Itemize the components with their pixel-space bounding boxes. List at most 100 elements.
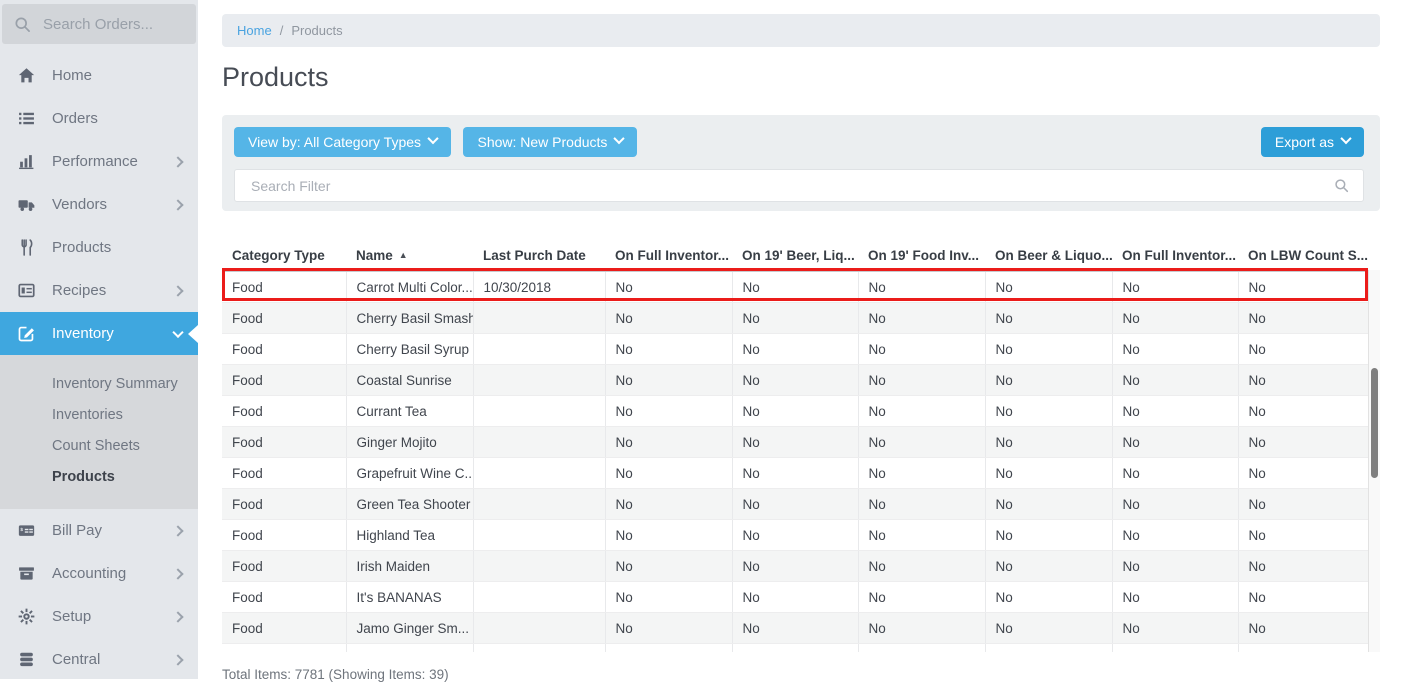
- sidebar-item-products[interactable]: Products: [0, 226, 198, 269]
- sidebar-subitem-count-sheets[interactable]: Count Sheets: [0, 431, 198, 462]
- sidebar-subitem-inventories[interactable]: Inventories: [0, 400, 198, 431]
- recipes-icon: [18, 282, 38, 299]
- sidebar-item-label: Orders: [52, 110, 98, 127]
- export-as-button[interactable]: Export as: [1261, 127, 1364, 157]
- table-row[interactable]: FoodIrish MaidenNoNoNoNoNoNo: [222, 551, 1368, 582]
- chevron-right-icon: [172, 199, 183, 210]
- sidebar-item-accounting[interactable]: Accounting: [0, 552, 198, 595]
- cell: No: [1238, 582, 1368, 613]
- cell: No: [1112, 365, 1238, 396]
- products-table: Category TypeName▲Last Purch DateOn Full…: [222, 243, 1368, 652]
- cell: No: [985, 427, 1112, 458]
- table-scrollbar-thumb[interactable]: [1371, 368, 1378, 478]
- cell: [473, 365, 605, 396]
- table-row[interactable]: FoodGrapefruit Wine C...NoNoNoNoNoNo: [222, 458, 1368, 489]
- cell: [473, 582, 605, 613]
- cell: No: [732, 272, 858, 303]
- column-header-name[interactable]: Name▲: [346, 243, 473, 272]
- billpay-icon: $: [18, 522, 38, 539]
- show-dropdown-button[interactable]: Show: New Products: [463, 127, 637, 157]
- breadcrumb-separator: /: [280, 23, 284, 38]
- table-row[interactable]: FoodCurrant TeaNoNoNoNoNoNo: [222, 396, 1368, 427]
- cell: No: [1112, 458, 1238, 489]
- cell: No: [1112, 427, 1238, 458]
- chevron-right-icon: [172, 285, 183, 296]
- search-filter-input[interactable]: [249, 177, 1334, 195]
- svg-text:$: $: [20, 527, 23, 533]
- cell: No: [1238, 551, 1368, 582]
- sidebar-item-performance[interactable]: Performance: [0, 140, 198, 183]
- sidebar-submenu: Inventory SummaryInventoriesCount Sheets…: [0, 355, 198, 509]
- cell: Cherry Basil Smash: [346, 303, 473, 334]
- column-header-on-beer-liquo[interactable]: On Beer & Liquo...: [985, 243, 1112, 272]
- cell: No: [732, 489, 858, 520]
- sidebar-item-recipes[interactable]: Recipes: [0, 269, 198, 312]
- view-by-dropdown-button[interactable]: View by: All Category Types: [234, 127, 451, 157]
- cell: Food: [222, 272, 346, 303]
- cell: No: [1238, 520, 1368, 551]
- table-header-row: Category TypeName▲Last Purch DateOn Full…: [222, 243, 1368, 272]
- search-orders-input[interactable]: [41, 15, 175, 34]
- cell: No: [1238, 613, 1368, 644]
- cell: Food: [222, 489, 346, 520]
- cell: No: [732, 551, 858, 582]
- sidebar-item-home[interactable]: Home: [0, 54, 198, 97]
- cell: No: [605, 520, 732, 551]
- breadcrumb-home-link[interactable]: Home: [237, 23, 272, 38]
- search-filter-box[interactable]: [234, 169, 1364, 202]
- cell: [473, 489, 605, 520]
- table-row[interactable]: FoodCarrot Multi Color...10/30/2018NoNoN…: [222, 272, 1368, 303]
- sidebar-subitem-products[interactable]: Products: [0, 462, 198, 493]
- column-header-on-19-food-inv[interactable]: On 19' Food Inv...: [858, 243, 985, 272]
- cell: Food: [222, 644, 346, 653]
- active-item-notch: [188, 325, 198, 343]
- sidebar-item-setup[interactable]: Setup: [0, 595, 198, 638]
- cell: Food: [222, 303, 346, 334]
- cell: No: [605, 427, 732, 458]
- cell: No: [605, 334, 732, 365]
- cell: Coastal Sunrise: [346, 365, 473, 396]
- column-header-on-lbw-count-s[interactable]: On LBW Count S...: [1238, 243, 1368, 272]
- sidebar-search-box[interactable]: [2, 4, 196, 44]
- table-row[interactable]: FoodIt's BANANASNoNoNoNoNoNo: [222, 582, 1368, 613]
- table-row[interactable]: FoodCoastal SunriseNoNoNoNoNoNo: [222, 365, 1368, 396]
- column-header-category-type[interactable]: Category Type: [222, 243, 346, 272]
- cell: No: [732, 582, 858, 613]
- cell: Food: [222, 520, 346, 551]
- table-scrollbar[interactable]: [1368, 270, 1380, 652]
- sidebar-item-label: Home: [52, 67, 92, 84]
- cell: No: [732, 303, 858, 334]
- table-row[interactable]: FoodCherry Basil SyrupNoNoNoNoNoNo: [222, 334, 1368, 365]
- cell: Kiwi Blush Crush: [346, 644, 473, 653]
- sidebar-subitem-inventory-summary[interactable]: Inventory Summary: [0, 369, 198, 400]
- table-row[interactable]: FoodCherry Basil SmashNoNoNoNoNoNo: [222, 303, 1368, 334]
- cell: No: [1238, 458, 1368, 489]
- sidebar-item-label: Inventory: [52, 325, 114, 342]
- table-row[interactable]: FoodKiwi Blush CrushNoNoNoNoNoNo: [222, 644, 1368, 653]
- table-row[interactable]: FoodHighland TeaNoNoNoNoNoNo: [222, 520, 1368, 551]
- cell: No: [605, 489, 732, 520]
- cell: No: [985, 303, 1112, 334]
- cell: No: [858, 582, 985, 613]
- cell: No: [985, 272, 1112, 303]
- column-header-on-19-beer-liq[interactable]: On 19' Beer, Liq...: [732, 243, 858, 272]
- sidebar-item-orders[interactable]: Orders: [0, 97, 198, 140]
- table-row[interactable]: FoodGreen Tea ShooterNoNoNoNoNoNo: [222, 489, 1368, 520]
- cell: No: [605, 365, 732, 396]
- cell: Green Tea Shooter: [346, 489, 473, 520]
- sidebar-item-inventory[interactable]: Inventory: [0, 312, 198, 355]
- sidebar-item-label: Accounting: [52, 565, 126, 582]
- table-row[interactable]: FoodJamo Ginger Sm...NoNoNoNoNoNo: [222, 613, 1368, 644]
- table-row[interactable]: FoodGinger MojitoNoNoNoNoNoNo: [222, 427, 1368, 458]
- cell: Food: [222, 458, 346, 489]
- orders-icon: [18, 110, 38, 127]
- cell: [473, 644, 605, 653]
- column-header-on-full-inventor[interactable]: On Full Inventor...: [605, 243, 732, 272]
- cell: No: [1112, 551, 1238, 582]
- column-header-last-purch-date[interactable]: Last Purch Date: [473, 243, 605, 272]
- column-header-on-full-inventor[interactable]: On Full Inventor...: [1112, 243, 1238, 272]
- cell: No: [1238, 644, 1368, 653]
- sidebar-item-bill-pay[interactable]: $Bill Pay: [0, 509, 198, 552]
- sidebar-item-central[interactable]: Central: [0, 638, 198, 681]
- sidebar-item-vendors[interactable]: Vendors: [0, 183, 198, 226]
